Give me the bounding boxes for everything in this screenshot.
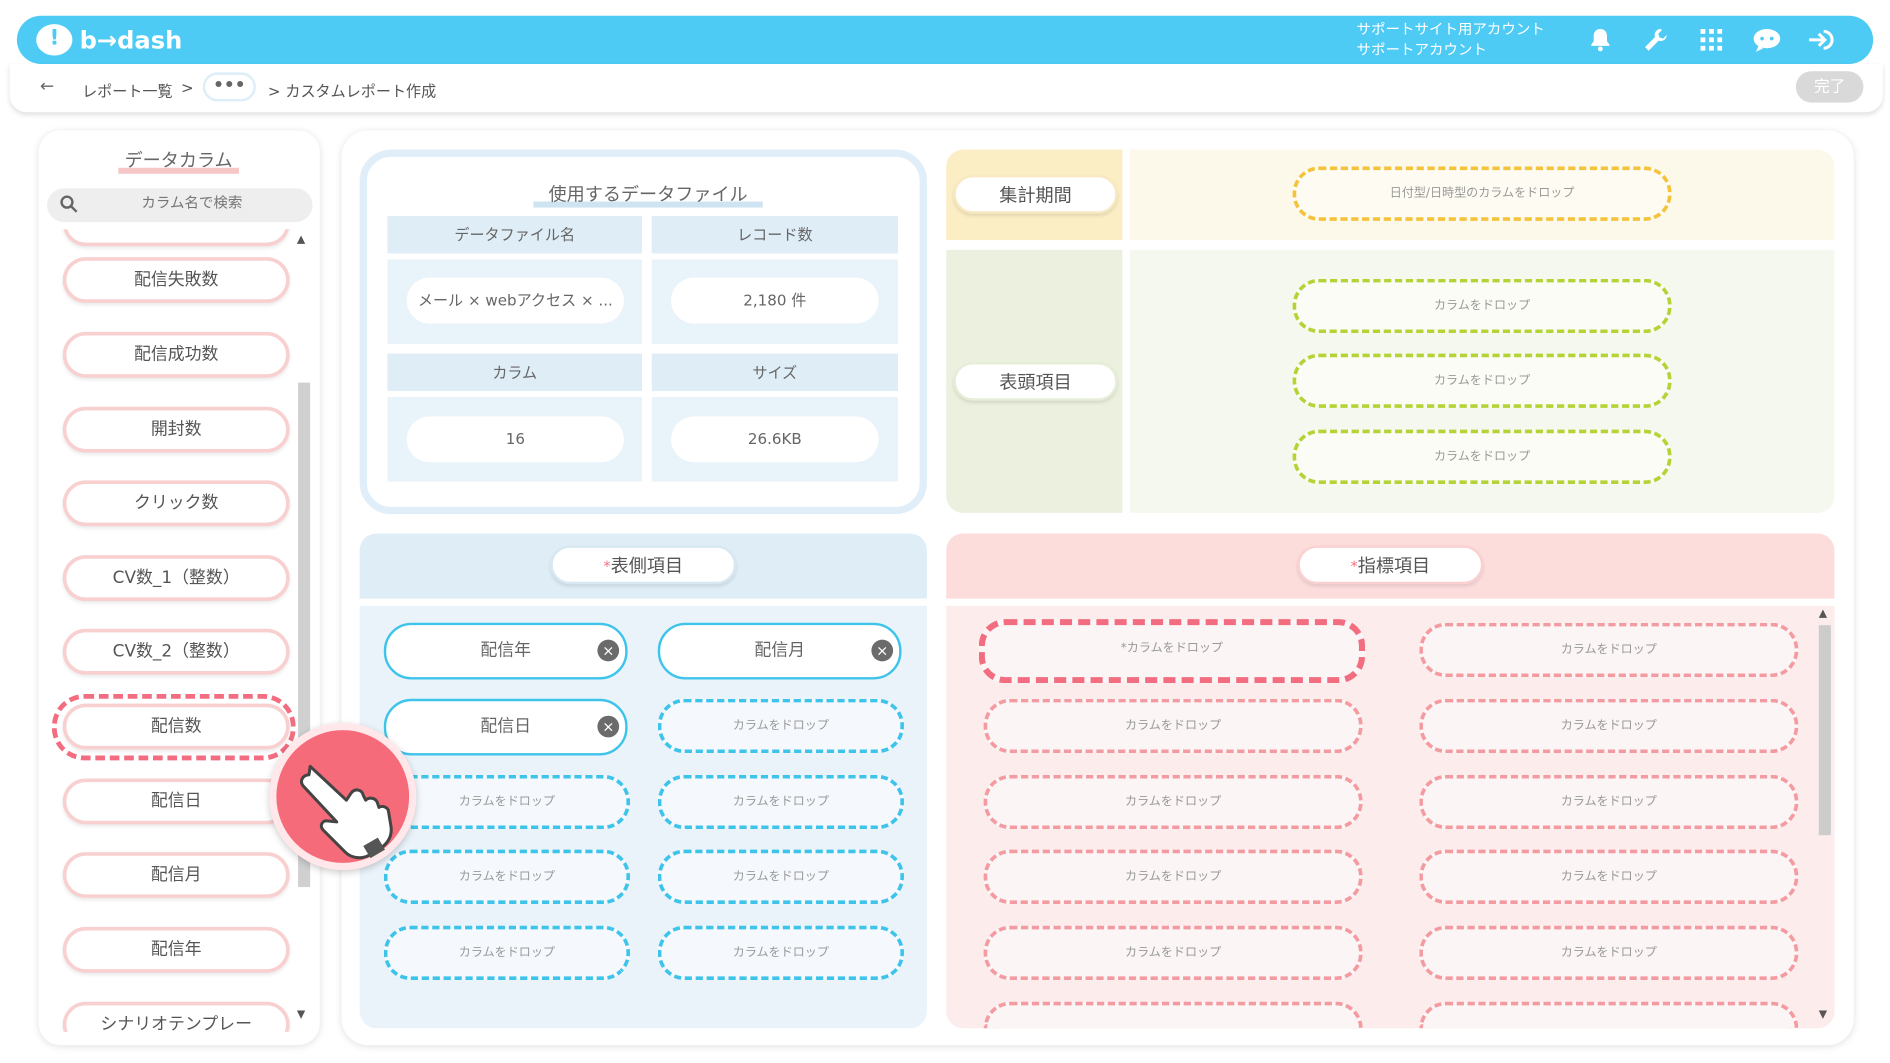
row-items-label: *表側項目: [550, 545, 737, 585]
logout-icon[interactable]: [1806, 23, 1840, 57]
header-drop-slot[interactable]: カラムをドロップ: [1292, 353, 1672, 408]
wrench-icon[interactable]: [1639, 23, 1673, 57]
column-item[interactable]: 配信日: [62, 778, 290, 825]
search-icon: [59, 194, 78, 218]
size-header: サイズ: [651, 353, 898, 392]
metric-drop-slot[interactable]: カラムをドロップ: [983, 774, 1363, 830]
logo-bubble-icon: [36, 24, 73, 56]
chat-icon[interactable]: [1750, 23, 1784, 57]
bell-icon[interactable]: [1583, 23, 1617, 57]
header-items-label: 表頭項目: [953, 362, 1118, 401]
metric-drop-slot[interactable]: カラムをドロップ: [983, 925, 1363, 981]
metric-drop-slot[interactable]: カラムをドロップ: [983, 849, 1363, 904]
record-count-value: 2,180 件: [671, 277, 879, 324]
metric-drop-slot-partial[interactable]: [1419, 1001, 1799, 1029]
data-column-title: データカラム: [111, 147, 246, 174]
data-file-box: 使用するデータファイル データファイル名 レコード数 メール × webアクセス…: [359, 149, 927, 515]
size-value: 26.6KB: [671, 416, 879, 463]
metric-drop-slot[interactable]: カラムをドロップ: [1419, 698, 1799, 754]
row-drop-slot[interactable]: カラムをドロップ: [657, 698, 904, 754]
close-icon[interactable]: ×: [597, 639, 620, 662]
metric-items-label: *指標項目: [1297, 545, 1484, 585]
period-label: 集計期間: [953, 175, 1118, 214]
breadcrumb-separator: >: [181, 78, 194, 97]
column-item[interactable]: 配信成功数: [62, 331, 290, 378]
row-chip[interactable]: 配信年 ×: [383, 622, 628, 680]
account-line-1: サポートサイト用アカウント: [1356, 20, 1545, 38]
close-icon[interactable]: ×: [597, 715, 620, 738]
top-bar: b→dash サポートサイト用アカウント サポートアカウント: [16, 15, 1874, 64]
column-item[interactable]: CV数_2（整数）: [62, 628, 290, 675]
column-search: [47, 188, 313, 223]
row-chip[interactable]: 配信日 ×: [383, 698, 628, 756]
brand-name: b→dash: [79, 25, 183, 55]
metric-scrollbar[interactable]: ▲ ▼: [1816, 608, 1833, 1024]
metric-drop-slot-partial[interactable]: [983, 1001, 1363, 1029]
breadcrumb-more-button[interactable]: •••: [202, 72, 256, 102]
data-column-panel: データカラム 配信失敗数 配信成功数 開封数 クリック数 CV数_1（整数） C…: [38, 130, 320, 1046]
breadcrumb-current: > カスタムレポート作成: [267, 82, 437, 101]
column-item[interactable]: 配信年: [62, 926, 290, 973]
column-item[interactable]: CV数_1（整数）: [62, 555, 290, 602]
breadcrumb-bar: ← レポート一覧 > ••• > カスタムレポート作成 完了: [9, 63, 1883, 113]
drag-highlight: [51, 693, 296, 761]
metric-items-label-text: 指標項目: [1357, 555, 1431, 577]
column-item[interactable]: シナリオテンプレー: [62, 1001, 290, 1032]
required-mark: *: [1350, 557, 1358, 575]
scroll-up-icon[interactable]: ▲: [297, 234, 305, 246]
column-item[interactable]: 配信月: [62, 852, 290, 898]
column-item[interactable]: 開封数: [62, 406, 290, 453]
column-search-input[interactable]: [95, 194, 289, 212]
row-chip-label: 配信月: [754, 640, 806, 661]
file-name-value: メール × webアクセス × ...: [406, 277, 624, 324]
data-file-title: 使用するデータファイル: [533, 181, 762, 208]
column-item[interactable]: クリック数: [62, 480, 290, 527]
grid-icon[interactable]: [1694, 23, 1728, 57]
back-arrow-icon[interactable]: ←: [40, 77, 54, 96]
account-info[interactable]: サポートサイト用アカウント サポートアカウント: [1357, 19, 1545, 60]
row-chip[interactable]: 配信月 ×: [657, 622, 902, 680]
pointer-hand-icon: [269, 722, 417, 871]
row-drop-slot[interactable]: カラムをドロップ: [657, 774, 904, 830]
row-items-label-text: 表側項目: [610, 555, 684, 577]
required-mark: *: [603, 557, 611, 575]
scroll-down-icon[interactable]: ▼: [297, 1009, 305, 1021]
header-drop-slot[interactable]: カラムをドロップ: [1292, 278, 1672, 334]
metric-drop-slot[interactable]: カラムをドロップ: [983, 698, 1363, 754]
row-chip-label: 配信日: [480, 716, 532, 737]
columns-header: カラム: [387, 353, 643, 392]
account-line-2: サポートアカウント: [1356, 41, 1487, 58]
file-name-header: データファイル名: [387, 216, 643, 254]
close-icon[interactable]: ×: [871, 639, 894, 662]
row-drop-slot[interactable]: カラムをドロップ: [657, 849, 904, 904]
scroll-down-icon[interactable]: ▼: [1819, 1009, 1827, 1021]
column-list: 配信失敗数 配信成功数 開封数 クリック数 CV数_1（整数） CV数_2（整数…: [39, 229, 320, 1032]
brand-logo[interactable]: b→dash: [36, 24, 183, 56]
metric-drop-slot[interactable]: カラムをドロップ: [1419, 849, 1799, 904]
metric-drop-slot[interactable]: カラムをドロップ: [1419, 622, 1799, 678]
row-drop-slot[interactable]: カラムをドロップ: [383, 925, 631, 981]
record-count-header: レコード数: [651, 216, 898, 254]
row-drop-slot[interactable]: カラムをドロップ: [657, 925, 904, 981]
metric-drop-slot[interactable]: カラムをドロップ: [1419, 774, 1799, 830]
row-drop-slot[interactable]: カラムをドロップ: [383, 849, 631, 904]
metric-drop-slot-active[interactable]: *カラムをドロップ: [978, 619, 1366, 684]
scrollbar-thumb[interactable]: [1818, 625, 1831, 836]
row-chip-label: 配信年: [480, 640, 532, 661]
period-drop-slot[interactable]: 日付型/日時型のカラムをドロップ: [1292, 166, 1672, 221]
columns-value: 16: [406, 416, 624, 463]
column-item-partial[interactable]: [62, 229, 290, 247]
row-drop-slot[interactable]: カラムをドロップ: [383, 774, 631, 830]
header-drop-slot[interactable]: カラムをドロップ: [1292, 429, 1672, 484]
column-list-scrollbar[interactable]: ▲ ▼: [294, 232, 311, 1029]
metric-drop-slot[interactable]: カラムをドロップ: [1419, 925, 1799, 981]
scroll-up-icon[interactable]: ▲: [1819, 608, 1827, 620]
column-item[interactable]: 配信失敗数: [62, 257, 290, 303]
done-button[interactable]: 完了: [1795, 71, 1864, 103]
breadcrumb-report-list[interactable]: レポート一覧: [82, 78, 173, 101]
